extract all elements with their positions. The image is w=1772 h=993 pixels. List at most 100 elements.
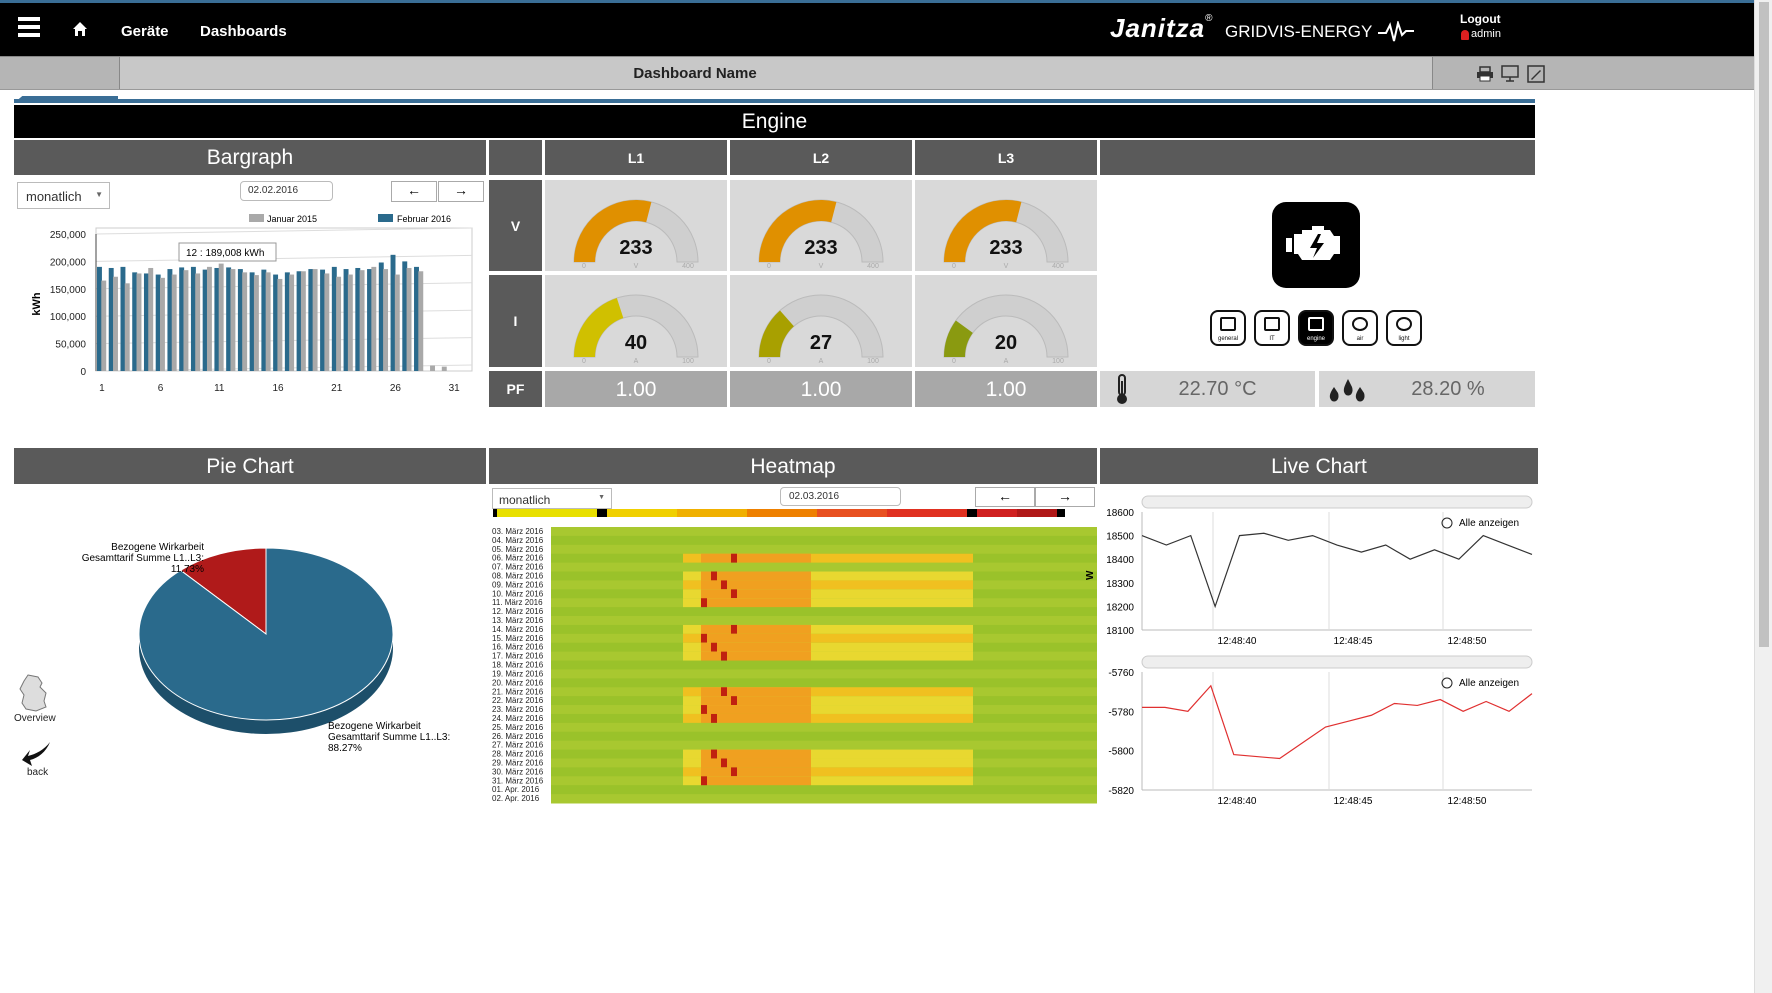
bargraph-bar-feb <box>390 254 396 371</box>
heatmap-day-label: 27. März 2016 <box>492 741 544 750</box>
bargraph-bar-feb <box>249 272 255 371</box>
heatmap-scale-segment <box>497 509 537 517</box>
pie-chart-title: Pie Chart <box>14 448 486 484</box>
pie-label-big: Gesamttarif Summe L1..L3: <box>328 732 450 743</box>
bargraph-bar-feb <box>132 272 138 371</box>
print-icon[interactable] <box>1476 66 1494 82</box>
gauge-min: 0 <box>767 358 771 365</box>
tab-indicator[interactable] <box>14 96 118 103</box>
gauge-i-l1: 40 0 A 100 <box>545 275 727 367</box>
bargraph-bar-jan <box>253 275 259 371</box>
bargraph-prev-button[interactable]: ← <box>391 181 437 202</box>
gauge-max: 400 <box>682 263 694 270</box>
heatmap-period-select[interactable]: monatlich ▼ <box>492 488 612 509</box>
row-label-v: V <box>489 180 542 271</box>
legend-swatch-jan <box>249 214 264 222</box>
germany-map-icon[interactable] <box>16 673 50 713</box>
gauge-i-l3: 20 0 A 100 <box>915 275 1097 367</box>
heatmap-day-label: 16. März 2016 <box>492 643 544 652</box>
heatmap-day-label: 17. März 2016 <box>492 652 544 661</box>
back-arrow-icon[interactable] <box>20 740 52 768</box>
mode-button-it[interactable]: IT <box>1254 310 1290 346</box>
heatmap-day-label: 14. März 2016 <box>492 625 544 634</box>
heatmap-next-button[interactable]: → <box>1035 487 1095 507</box>
heatmap-peak <box>721 758 727 768</box>
menu-icon[interactable] <box>18 17 40 37</box>
heatmap-peak <box>701 705 707 715</box>
mode-button-air[interactable]: air <box>1342 310 1378 346</box>
heatmap-day-label: 04. März 2016 <box>492 536 544 545</box>
live-y-tick: -5800 <box>1108 747 1134 758</box>
bargraph-bar-jan <box>430 365 435 371</box>
top-navigation-bar: Geräte Dashboards Janitza® GRIDVIS-ENERG… <box>0 0 1754 56</box>
gauge-dial: 233 0 V 400 <box>573 199 699 270</box>
live-y-tick: 18500 <box>1106 532 1134 543</box>
bargraph-chart: 050,000100,000150,000200,000250,0001 6 11 1… <box>31 214 473 394</box>
phase-header-l2: L2 <box>730 140 912 175</box>
bargraph-bar-feb <box>273 274 279 371</box>
gauge-max: 100 <box>682 358 694 365</box>
heatmap-date-input[interactable]: 02.03.2016 <box>780 487 901 506</box>
heatmap-hot-core <box>701 642 811 653</box>
nav-dashboards[interactable]: Dashboards <box>200 23 287 40</box>
bargraph-x-tick: 21 <box>331 383 343 394</box>
live-show-all-button: Alle anzeigen <box>1459 678 1519 689</box>
page-scrollbar[interactable] <box>1754 0 1772 993</box>
heatmap-hot-core <box>701 624 811 635</box>
mode-button-light[interactable]: light <box>1386 310 1422 346</box>
heatmap-hot-core <box>701 696 811 706</box>
pie-label-small: Bezogene Wirkarbeit <box>111 542 204 553</box>
bargraph-bar-jan <box>383 269 389 371</box>
phase-header-l1: L1 <box>545 140 727 175</box>
live-x-tick: 12:48:40 <box>1218 636 1257 647</box>
bargraph-bar-jan <box>277 278 283 371</box>
heatmap-row <box>551 544 1097 555</box>
heatmap-scale-segment <box>747 509 817 517</box>
heatmap-scale-segment <box>1057 509 1065 517</box>
heatmap-scale-segment <box>817 509 887 517</box>
logout-link[interactable]: Logout <box>1460 12 1501 26</box>
heatmap-day-label: 28. März 2016 <box>492 750 544 759</box>
engine-icon <box>1272 202 1360 288</box>
mode-label: general <box>1217 336 1238 342</box>
gauge-v-l3: 233 0 V 400 <box>915 180 1097 271</box>
pf-value-l3: 1.00 <box>915 371 1097 407</box>
mode-button-general[interactable]: general <box>1210 310 1246 346</box>
heatmap-row <box>551 731 1097 742</box>
gauge-min: 0 <box>952 263 956 270</box>
heatmap-hot-core <box>701 705 811 715</box>
heatmap-row <box>551 607 1097 617</box>
heatmap-peak <box>731 589 737 599</box>
bargraph-date-input[interactable]: 02.02.2016 <box>240 181 333 201</box>
back-label[interactable]: back <box>27 767 48 778</box>
heatmap-prev-button[interactable]: ← <box>975 487 1035 507</box>
heatmap-hot-core <box>701 767 811 777</box>
bargraph-period-select[interactable]: monatlich ▼ <box>17 182 110 209</box>
bargraph-next-button[interactable]: → <box>438 181 484 202</box>
scrollbar-thumb[interactable] <box>1759 2 1769 647</box>
live-x-tick: 12:48:45 <box>1334 636 1373 647</box>
mode-button-engine[interactable]: engine <box>1298 310 1334 346</box>
heatmap-period-value: monatlich <box>499 493 551 507</box>
gauge-value: 233 <box>804 237 837 259</box>
heatmap-peak <box>701 633 707 644</box>
legend-label-jan: Januar 2015 <box>267 214 317 224</box>
bargraph-y-label: kWh <box>31 292 43 316</box>
pf-value-l1: 1.00 <box>545 371 727 407</box>
heatmap-row <box>551 616 1097 626</box>
heatmap-scale-segment <box>677 509 747 517</box>
overview-label[interactable]: Overview <box>14 713 56 724</box>
bargraph-bar-jan <box>242 272 248 371</box>
dropdown-arrow-icon: ▼ <box>95 190 103 199</box>
monitor-icon[interactable] <box>1501 65 1519 83</box>
home-icon[interactable] <box>72 21 88 37</box>
edit-icon[interactable] <box>1527 65 1545 83</box>
nav-devices[interactable]: Geräte <box>121 23 169 40</box>
bargraph-bar-jan <box>394 274 400 371</box>
bargraph-bar-feb <box>284 272 290 371</box>
bargraph-bar-jan <box>441 366 447 371</box>
pulse-logo-icon <box>1378 21 1414 42</box>
pie-label-big: Bezogene Wirkarbeit <box>328 721 421 732</box>
live-x-tick: 12:48:40 <box>1218 796 1257 807</box>
legend-label-feb: Februar 2016 <box>397 214 451 224</box>
